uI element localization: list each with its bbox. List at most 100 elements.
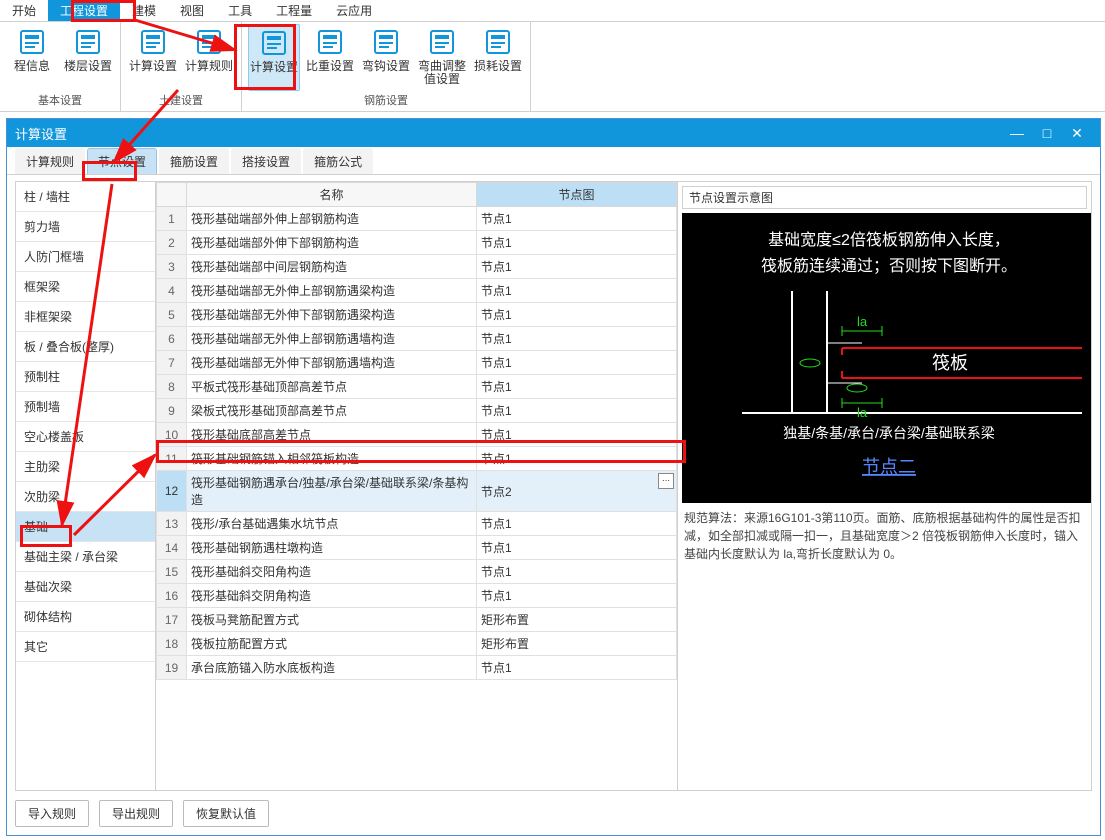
dialog-tab[interactable]: 箍筋设置	[159, 148, 229, 174]
cell-value[interactable]: 节点1	[477, 423, 677, 447]
ribbon-button[interactable]: 弯钩设置	[360, 24, 412, 91]
table-row[interactable]: 7筏形基础端部无外伸下部钢筋遇墙构造节点1	[157, 351, 677, 375]
cell-value[interactable]: 节点1	[477, 279, 677, 303]
table-row[interactable]: 9梁板式筏形基础顶部高差节点节点1	[157, 399, 677, 423]
cell-name[interactable]: 筏板拉筋配置方式	[187, 632, 477, 656]
table-row[interactable]: 13筏形/承台基础遇集水坑节点节点1	[157, 512, 677, 536]
cell-name[interactable]: 筏形基础钢筋遇柱墩构造	[187, 536, 477, 560]
ribbon-button[interactable]: 弯曲调整值设置	[416, 24, 468, 91]
dialog-tab[interactable]: 节点设置	[87, 148, 157, 174]
category-item[interactable]: 框架梁	[16, 272, 155, 302]
cell-name[interactable]: 筏板马凳筋配置方式	[187, 608, 477, 632]
cell-value[interactable]: 节点1	[477, 375, 677, 399]
cell-name[interactable]: 筏形基础端部中间层钢筋构造	[187, 255, 477, 279]
cell-name[interactable]: 平板式筏形基础顶部高差节点	[187, 375, 477, 399]
category-item[interactable]: 基础次梁	[16, 572, 155, 602]
category-item[interactable]: 板 / 叠合板(整厚)	[16, 332, 155, 362]
cell-value[interactable]: 节点1	[477, 231, 677, 255]
table-row[interactable]: 5筏形基础端部无外伸下部钢筋遇梁构造节点1	[157, 303, 677, 327]
table-row[interactable]: 6筏形基础端部无外伸上部钢筋遇墙构造节点1	[157, 327, 677, 351]
cell-name[interactable]: 筏形基础端部无外伸下部钢筋遇墙构造	[187, 351, 477, 375]
ribbon-button[interactable]: 比重设置	[304, 24, 356, 91]
cell-value[interactable]: 节点1	[477, 536, 677, 560]
cell-value[interactable]: 矩形布置	[477, 632, 677, 656]
category-item[interactable]: 砌体结构	[16, 602, 155, 632]
table-row[interactable]: 11筏形基础钢筋锚入相邻筏板构造节点1	[157, 447, 677, 471]
cell-value[interactable]: 节点1	[477, 560, 677, 584]
category-item[interactable]: 次肋梁	[16, 482, 155, 512]
maximize-button[interactable]: □	[1032, 125, 1062, 141]
cell-name[interactable]: 筏形基础斜交阴角构造	[187, 584, 477, 608]
table-row[interactable]: 19承台底筋锚入防水底板构造节点1	[157, 656, 677, 680]
category-item[interactable]: 基础主梁 / 承台梁	[16, 542, 155, 572]
category-item[interactable]: 其它	[16, 632, 155, 662]
table-row[interactable]: 10筏形基础底部高差节点节点1	[157, 423, 677, 447]
dropdown-button[interactable]: ⋯	[658, 473, 674, 489]
menu-tab[interactable]: 工程量	[264, 0, 324, 21]
cell-name[interactable]: 筏形基础端部外伸上部钢筋构造	[187, 207, 477, 231]
table-row[interactable]: 4筏形基础端部无外伸上部钢筋遇梁构造节点1	[157, 279, 677, 303]
cell-name[interactable]: 筏形基础斜交阳角构造	[187, 560, 477, 584]
cell-value[interactable]: 节点1	[477, 303, 677, 327]
cell-name[interactable]: 筏形基础端部外伸下部钢筋构造	[187, 231, 477, 255]
menu-tab[interactable]: 工程设置	[48, 0, 120, 21]
menu-tab[interactable]: 云应用	[324, 0, 384, 21]
category-item[interactable]: 柱 / 墙柱	[16, 182, 155, 212]
category-item[interactable]: 主肋梁	[16, 452, 155, 482]
minimize-button[interactable]: —	[1002, 125, 1032, 141]
close-button[interactable]: ✕	[1062, 125, 1092, 142]
table-row[interactable]: 15筏形基础斜交阳角构造节点1	[157, 560, 677, 584]
category-item[interactable]: 剪力墙	[16, 212, 155, 242]
ribbon-button[interactable]: 计算设置	[248, 24, 300, 91]
category-item[interactable]: 基础	[16, 512, 155, 542]
table-row[interactable]: 16筏形基础斜交阴角构造节点1	[157, 584, 677, 608]
cell-value[interactable]: 节点1	[477, 351, 677, 375]
cell-name[interactable]: 筏形基础钢筋遇承台/独基/承台梁/基础联系梁/条基构造	[187, 471, 477, 512]
cell-name[interactable]: 筏形基础底部高差节点	[187, 423, 477, 447]
menu-tab[interactable]: 视图	[168, 0, 216, 21]
cell-name[interactable]: 筏形基础端部无外伸下部钢筋遇梁构造	[187, 303, 477, 327]
footer-button[interactable]: 导入规则	[15, 800, 89, 827]
cell-value[interactable]: 节点1	[477, 447, 677, 471]
dialog-tab[interactable]: 计算规则	[15, 148, 85, 174]
menu-tab[interactable]: 开始	[0, 0, 48, 21]
category-item[interactable]: 非框架梁	[16, 302, 155, 332]
cell-name[interactable]: 梁板式筏形基础顶部高差节点	[187, 399, 477, 423]
table-row[interactable]: 8平板式筏形基础顶部高差节点节点1	[157, 375, 677, 399]
category-item[interactable]: 空心楼盖板	[16, 422, 155, 452]
footer-button[interactable]: 恢复默认值	[183, 800, 269, 827]
dialog-tab[interactable]: 搭接设置	[231, 148, 301, 174]
cell-value[interactable]: 节点1	[477, 584, 677, 608]
table-row[interactable]: 14筏形基础钢筋遇柱墩构造节点1	[157, 536, 677, 560]
cell-name[interactable]: 筏形基础端部无外伸上部钢筋遇墙构造	[187, 327, 477, 351]
cell-value[interactable]: 节点1	[477, 255, 677, 279]
table-row[interactable]: 17筏板马凳筋配置方式矩形布置	[157, 608, 677, 632]
category-item[interactable]: 人防门框墙	[16, 242, 155, 272]
cell-name[interactable]: 筏形基础钢筋锚入相邻筏板构造	[187, 447, 477, 471]
dialog-tab[interactable]: 箍筋公式	[303, 148, 373, 174]
table-row[interactable]: 1筏形基础端部外伸上部钢筋构造节点1	[157, 207, 677, 231]
ribbon-button[interactable]: 计算设置	[127, 24, 179, 91]
footer-button[interactable]: 导出规则	[99, 800, 173, 827]
ribbon-button[interactable]: 楼层设置	[62, 24, 114, 91]
table-row[interactable]: 18筏板拉筋配置方式矩形布置	[157, 632, 677, 656]
ribbon-button[interactable]: 损耗设置	[472, 24, 524, 91]
cell-value[interactable]: 节点2⋯	[477, 471, 677, 512]
ribbon-button[interactable]: 计算规则	[183, 24, 235, 91]
menu-tab[interactable]: 工具	[216, 0, 264, 21]
category-item[interactable]: 预制墙	[16, 392, 155, 422]
cell-value[interactable]: 节点1	[477, 656, 677, 680]
menu-tab[interactable]: 建模	[120, 0, 168, 21]
table-row[interactable]: 3筏形基础端部中间层钢筋构造节点1	[157, 255, 677, 279]
category-item[interactable]: 预制柱	[16, 362, 155, 392]
cell-value[interactable]: 节点1	[477, 399, 677, 423]
cell-value[interactable]: 节点1	[477, 207, 677, 231]
table-row[interactable]: 2筏形基础端部外伸下部钢筋构造节点1	[157, 231, 677, 255]
cell-value[interactable]: 节点1	[477, 327, 677, 351]
cell-value[interactable]: 矩形布置	[477, 608, 677, 632]
ribbon-button[interactable]: 程信息	[6, 24, 58, 91]
table-row[interactable]: 12筏形基础钢筋遇承台/独基/承台梁/基础联系梁/条基构造节点2⋯	[157, 471, 677, 512]
cell-name[interactable]: 筏形/承台基础遇集水坑节点	[187, 512, 477, 536]
cell-name[interactable]: 承台底筋锚入防水底板构造	[187, 656, 477, 680]
cell-name[interactable]: 筏形基础端部无外伸上部钢筋遇梁构造	[187, 279, 477, 303]
